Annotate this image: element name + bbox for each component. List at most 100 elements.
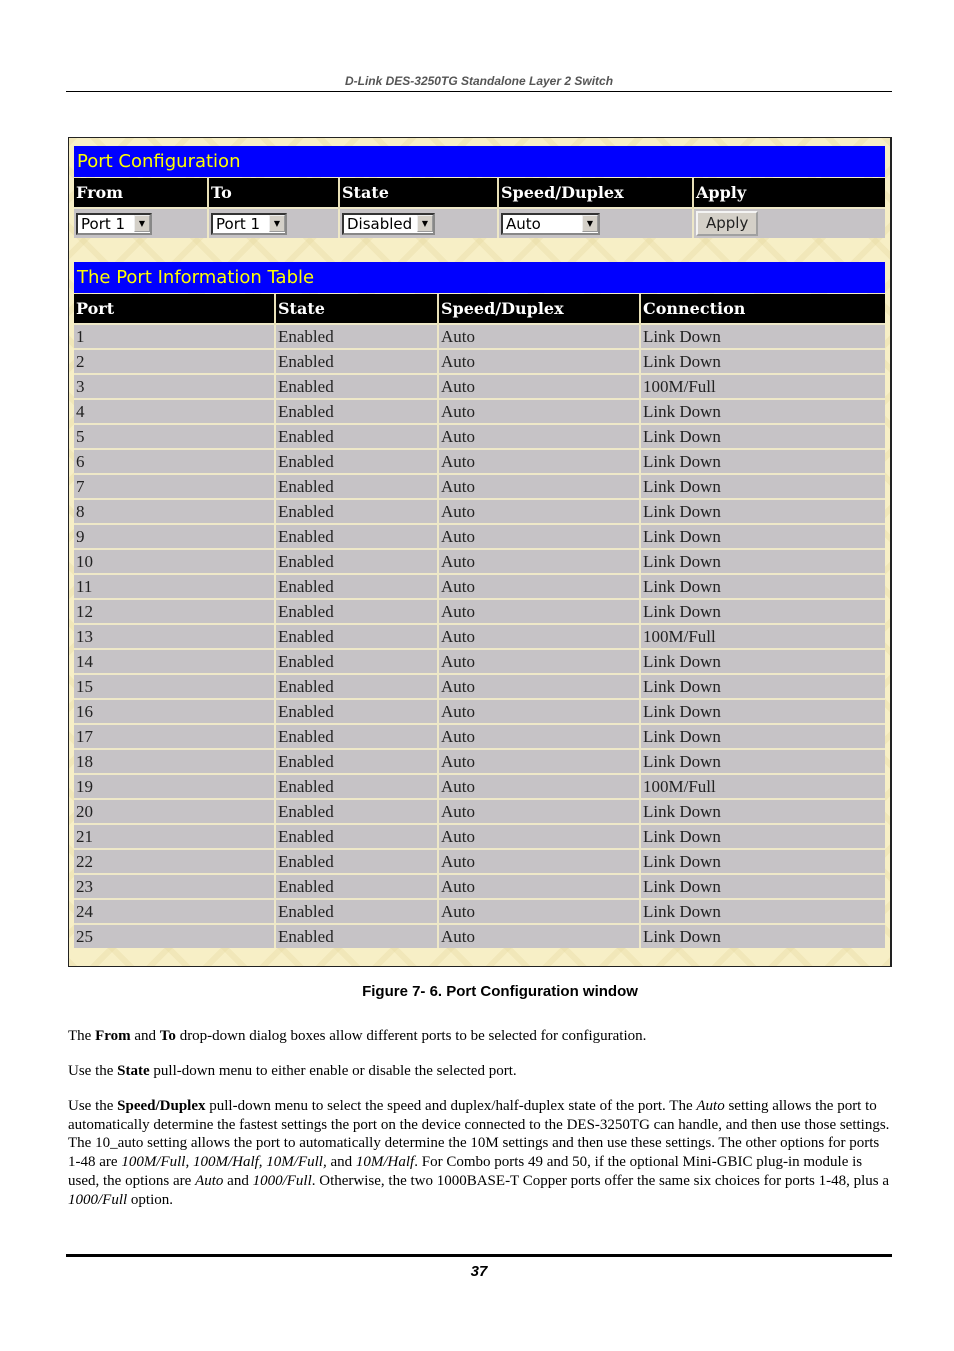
table-row: 16 Enabled Auto Link Down (74, 698, 885, 724)
state-cell: Enabled (274, 798, 438, 824)
port-cell: 8 (74, 498, 275, 524)
table-row: 6 Enabled Auto Link Down (74, 448, 885, 474)
connection-cell: Link Down (639, 573, 885, 599)
italic-term: 100M/Full, 100M/Half, 10M/Full, (121, 1154, 327, 1171)
speed-duplex-cell: Auto (437, 798, 640, 824)
to-port-select[interactable]: Port 1 ▼ (211, 212, 287, 235)
col-header-apply: Apply (692, 178, 885, 208)
connection-cell: Link Down (639, 648, 885, 674)
speed-duplex-cell: Auto (437, 348, 640, 374)
connection-cell: Link Down (639, 698, 885, 724)
connection-cell: Link Down (639, 798, 885, 824)
text-run: Use the (68, 1063, 118, 1079)
connection-cell: Link Down (639, 598, 885, 624)
speed-duplex-cell: Auto (437, 448, 640, 474)
chevron-down-icon[interactable]: ▼ (582, 215, 598, 233)
state-cell: Enabled (274, 873, 438, 899)
col-header-state: State (338, 178, 498, 208)
table-row: 9 Enabled Auto Link Down (74, 523, 885, 549)
port-cell: 5 (74, 423, 275, 449)
speed-duplex-select[interactable]: Auto ▼ (501, 212, 600, 235)
form-input-row: Port 1 ▼ Port 1 ▼ Disabled ▼ Auto ▼ Appl… (74, 207, 885, 238)
col-header-from: From (74, 178, 208, 208)
from-port-value: Port 1 (81, 214, 126, 233)
bold-term: To (159, 1028, 176, 1044)
port-cell: 16 (74, 698, 275, 724)
form-header-row: From To State Speed/Duplex Apply (74, 178, 885, 208)
to-cell: Port 1 ▼ (207, 207, 339, 238)
chevron-down-icon[interactable]: ▼ (417, 215, 433, 233)
connection-cell: Link Down (639, 398, 885, 424)
connection-cell: Link Down (639, 448, 885, 474)
port-configuration-window: Port Configuration From To State Speed/D… (68, 137, 892, 967)
state-cell: Enabled (274, 448, 438, 474)
state-select[interactable]: Disabled ▼ (342, 212, 435, 235)
state-cell: Enabled (274, 823, 438, 849)
connection-cell: Link Down (639, 323, 885, 349)
table-row: 17 Enabled Auto Link Down (74, 723, 885, 749)
connection-cell: Link Down (639, 898, 885, 924)
table-row: 23 Enabled Auto Link Down (74, 873, 885, 899)
table-row: 19 Enabled Auto 100M/Full (74, 773, 885, 799)
state-cell: Enabled (274, 373, 438, 399)
state-cell: Enabled (274, 473, 438, 499)
speed-duplex-cell: Auto (437, 473, 640, 499)
port-cell: 6 (74, 448, 275, 474)
state-cell: Enabled (274, 748, 438, 774)
col-header-state: State (274, 294, 438, 324)
state-cell: Enabled (274, 498, 438, 524)
state-cell: Enabled (274, 723, 438, 749)
speed-duplex-cell: Auto (437, 923, 640, 948)
connection-cell: Link Down (639, 923, 885, 948)
port-cell: 1 (74, 323, 275, 349)
port-information-table: Port State Speed/Duplex Connection 1 Enab… (74, 294, 885, 948)
speed-duplex-cell: Auto (437, 573, 640, 599)
speed-duplex-cell: Auto (437, 873, 640, 899)
state-value: Disabled (347, 214, 413, 233)
chevron-down-icon[interactable]: ▼ (269, 215, 285, 233)
figure-caption: Figure 7- 6. Port Configuration window (362, 983, 638, 1000)
connection-cell: 100M/Full (639, 373, 885, 399)
footer-rule (66, 1254, 892, 1257)
state-cell: Enabled (274, 673, 438, 699)
state-cell: Enabled (274, 348, 438, 374)
text-run: The (68, 1028, 96, 1044)
from-port-select[interactable]: Port 1 ▼ (76, 212, 152, 235)
port-cell: 3 (74, 373, 275, 399)
connection-cell: Link Down (639, 548, 885, 574)
text-run: drop-down dialog boxes allow different p… (175, 1028, 647, 1044)
state-cell: Enabled (274, 773, 438, 799)
speed-duplex-cell: Auto (437, 698, 640, 724)
table-row: 2 Enabled Auto Link Down (74, 348, 885, 374)
col-header-connection: Connection (639, 294, 885, 324)
text-run: option. (127, 1191, 174, 1208)
col-header-to: To (207, 178, 339, 208)
bold-term: From (95, 1028, 131, 1044)
col-header-speed-duplex: Speed/Duplex (437, 294, 640, 324)
bold-term: State (117, 1063, 150, 1079)
table-row: 5 Enabled Auto Link Down (74, 423, 885, 449)
connection-cell: Link Down (639, 423, 885, 449)
connection-cell: Link Down (639, 848, 885, 874)
connection-cell: Link Down (639, 348, 885, 374)
chevron-down-icon[interactable]: ▼ (134, 215, 150, 233)
table-row: 14 Enabled Auto Link Down (74, 648, 885, 674)
page-number: 37 (470, 1263, 488, 1280)
port-cell: 2 (74, 348, 275, 374)
table-row: 8 Enabled Auto Link Down (74, 498, 885, 524)
connection-cell: Link Down (639, 748, 885, 774)
italic-term: 10M/Half (355, 1154, 415, 1171)
table-row: 10 Enabled Auto Link Down (74, 548, 885, 574)
connection-cell: 100M/Full (639, 623, 885, 649)
connection-cell: Link Down (639, 823, 885, 849)
state-cell: Enabled (274, 898, 438, 924)
apply-button[interactable]: Apply (696, 211, 759, 236)
state-cell: Enabled (274, 648, 438, 674)
state-cell: Enabled (274, 598, 438, 624)
state-cell: Enabled (274, 323, 438, 349)
text-run: pull-down menu to select the speed and d… (205, 1098, 697, 1114)
apply-cell: Apply (692, 207, 885, 238)
paragraph-state: Use the State pull-down menu to either e… (68, 1062, 894, 1081)
italic-term: Auto (696, 1098, 725, 1114)
speed-duplex-cell: Auto (437, 898, 640, 924)
